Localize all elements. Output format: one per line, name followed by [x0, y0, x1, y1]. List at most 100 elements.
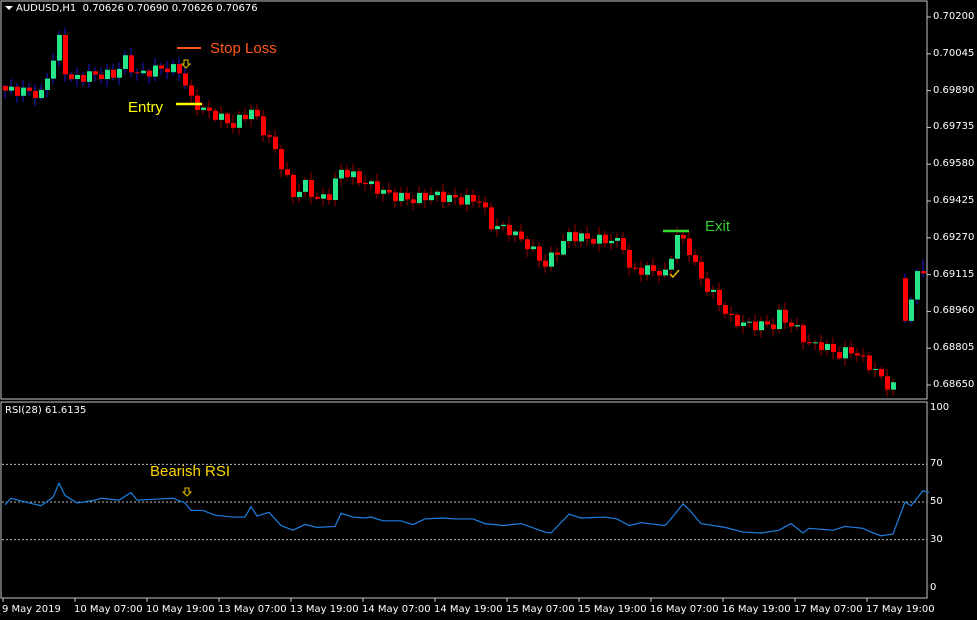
bull-candle: [45, 79, 50, 90]
bear-candle: [309, 180, 314, 197]
price-tick-label: 0.69270: [933, 232, 974, 244]
bear-candle: [627, 250, 632, 268]
bear-candle: [231, 123, 236, 128]
bear-candle: [345, 170, 350, 177]
bear-candle: [837, 352, 842, 358]
bear-candle: [507, 225, 512, 235]
bear-candle: [15, 87, 20, 96]
bear-candle: [867, 356, 872, 370]
bull-candle: [321, 194, 326, 198]
bear-candle: [753, 322, 758, 331]
bear-candle: [717, 290, 722, 305]
bull-candle: [513, 232, 518, 236]
bull-candle: [915, 271, 920, 299]
bear-candle: [363, 183, 368, 184]
bear-candle: [603, 235, 608, 243]
bear-candle: [267, 135, 272, 137]
bear-candle: [327, 194, 332, 200]
rsi-tick-label: 70: [930, 458, 943, 470]
bear-candle: [705, 279, 710, 292]
bull-candle: [105, 70, 110, 79]
price-tick-label: 0.70045: [933, 48, 974, 60]
bear-candle: [93, 71, 98, 74]
bull-candle: [123, 55, 128, 69]
bull-candle: [417, 193, 422, 203]
bear-candle: [723, 305, 728, 314]
exit-label: Exit: [705, 218, 730, 236]
bear-candle: [471, 195, 476, 201]
bull-candle: [447, 195, 452, 202]
price-tick-label: 0.68650: [933, 379, 974, 391]
bull-candle: [297, 192, 302, 197]
time-tick-label: 14 May 07:00: [362, 604, 431, 616]
time-tick-label: 15 May 19:00: [578, 604, 647, 616]
bull-candle: [153, 66, 158, 77]
bull-candle: [741, 322, 746, 326]
bull-candle: [561, 241, 566, 255]
bear-candle: [255, 110, 260, 117]
bear-candle: [861, 356, 866, 357]
bull-candle: [747, 322, 752, 323]
chart-window: AUDUSD,H1 0.70626 0.70690 0.70626 0.7067…: [0, 0, 977, 620]
time-tick-label: 14 May 19:00: [434, 604, 503, 616]
bear-candle: [69, 74, 74, 79]
bear-candle: [441, 192, 446, 202]
bear-candle: [855, 353, 860, 355]
bear-candle: [375, 181, 380, 193]
bearish-rsi-label: Bearish RSI: [150, 463, 230, 481]
bull-candle: [609, 241, 614, 243]
time-tick-label: 17 May 07:00: [794, 604, 863, 616]
bull-candle: [663, 270, 668, 276]
bear-candle: [213, 111, 218, 120]
bull-candle: [21, 88, 26, 96]
bear-candle: [729, 314, 734, 315]
bear-candle: [315, 197, 320, 199]
bull-candle: [549, 253, 554, 267]
bull-candle: [909, 300, 914, 321]
bull-candle: [75, 75, 80, 79]
bear-candle: [477, 202, 482, 203]
time-tick-label: 13 May 19:00: [290, 604, 359, 616]
bull-candle: [501, 225, 506, 226]
bull-candle: [369, 181, 374, 184]
bear-candle: [129, 55, 134, 72]
bear-candle: [243, 115, 248, 119]
bear-candle: [771, 325, 776, 329]
bear-candle: [33, 91, 38, 98]
bear-candle: [63, 35, 68, 74]
bear-candle: [543, 261, 548, 267]
bear-candle: [789, 323, 794, 327]
bear-candle: [525, 239, 530, 249]
bear-candle: [189, 86, 194, 96]
rsi-header: RSI(28) 61.6135: [5, 405, 86, 417]
bear-candle: [621, 238, 626, 250]
bear-candle: [285, 169, 290, 175]
bull-candle: [795, 325, 800, 326]
bear-candle: [279, 149, 284, 169]
bear-candle: [135, 72, 140, 73]
bull-candle: [567, 232, 572, 241]
bear-candle: [693, 255, 698, 262]
price-tick-label: 0.70200: [933, 11, 974, 23]
bear-candle: [405, 193, 410, 199]
bear-candle: [591, 239, 596, 244]
symbol-label: AUDUSD,H1: [16, 3, 76, 14]
bull-candle: [237, 115, 242, 128]
bear-candle: [387, 190, 392, 193]
bull-candle: [891, 382, 896, 389]
chart-background: [0, 0, 977, 620]
bull-candle: [399, 193, 404, 201]
bear-candle: [393, 193, 398, 202]
bear-candle: [819, 342, 824, 350]
bear-candle: [207, 108, 212, 111]
bear-candle: [765, 321, 770, 324]
bear-candle: [111, 70, 116, 78]
rsi-tick-label: 50: [930, 496, 943, 508]
bull-candle: [219, 114, 224, 120]
entry-label: Entry: [128, 99, 163, 117]
ohlc-values: 0.70626 0.70690 0.70626 0.70676: [83, 3, 258, 14]
bear-candle: [357, 171, 362, 183]
bear-candle: [801, 325, 806, 342]
price-tick-label: 0.69580: [933, 158, 974, 170]
bear-candle: [807, 342, 812, 343]
